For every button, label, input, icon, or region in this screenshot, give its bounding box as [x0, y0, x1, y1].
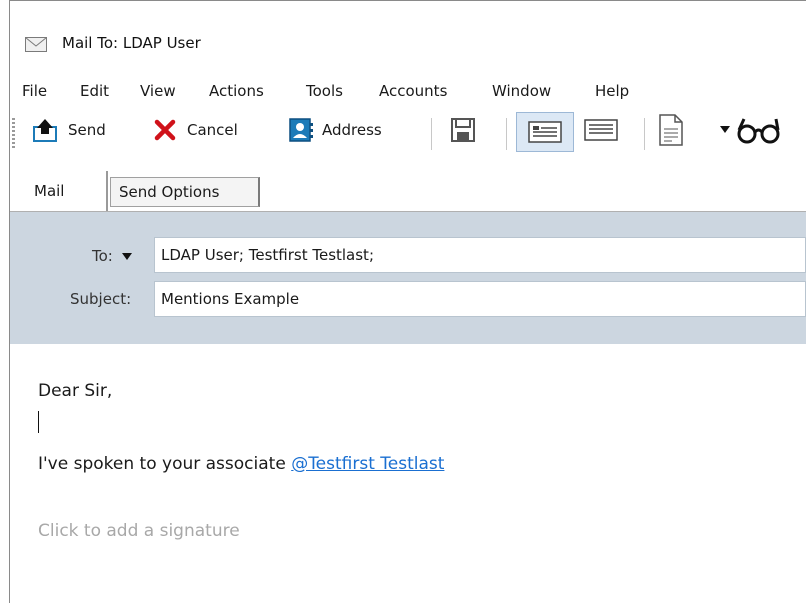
toolbar-grip[interactable]: [12, 118, 15, 150]
send-icon: [33, 119, 57, 142]
toolbar-separator: [644, 118, 645, 150]
menu-tools[interactable]: Tools: [306, 82, 343, 100]
toolbar: Send Cancel Address: [10, 110, 806, 165]
plain-text-icon: [584, 119, 618, 141]
tab-send-options[interactable]: Send Options: [110, 177, 260, 207]
toolbar-separator: [431, 118, 432, 150]
save-icon: [451, 118, 475, 142]
tab-strip: Mail Send Options: [10, 171, 806, 212]
greeting-line: Dear Sir,: [38, 381, 113, 401]
glasses-icon: [737, 118, 780, 144]
menu-file[interactable]: File: [22, 82, 47, 100]
menu-window[interactable]: Window: [492, 82, 551, 100]
menu-help[interactable]: Help: [595, 82, 629, 100]
envelope-icon: [25, 37, 47, 56]
save-button[interactable]: [450, 110, 476, 150]
send-button[interactable]: Send: [32, 110, 106, 150]
signature-placeholder[interactable]: Click to add a signature: [38, 521, 240, 541]
subject-label: Subject:: [70, 290, 132, 308]
to-label: To:: [92, 247, 113, 265]
chevron-down-icon: [121, 253, 132, 260]
rich-text-format-button[interactable]: [516, 112, 574, 152]
toolbar-separator: [506, 118, 507, 150]
address-book-icon: [289, 118, 313, 142]
template-button[interactable]: [658, 110, 684, 150]
message-text: I've spoken to your associate: [38, 454, 292, 474]
address-header: To: LDAP User; Testfirst Testlast; Subje…: [10, 212, 806, 344]
document-template-icon: [659, 114, 683, 146]
address-button[interactable]: Address: [288, 110, 382, 150]
menu-edit[interactable]: Edit: [80, 82, 109, 100]
text-caret: [38, 411, 39, 433]
close-icon: [154, 119, 176, 141]
dropdown-arrow-icon: [720, 126, 730, 133]
menu-accounts[interactable]: Accounts: [379, 82, 447, 100]
view-options-dropdown[interactable]: [720, 110, 782, 150]
address-label: Address: [322, 121, 382, 139]
tab-mail[interactable]: Mail: [20, 171, 108, 211]
mention-link[interactable]: @Testfirst Testlast: [291, 454, 444, 474]
cancel-label: Cancel: [187, 121, 238, 139]
menu-bar: File Edit View Actions Tools Accounts Wi…: [10, 75, 806, 101]
to-field[interactable]: LDAP User; Testfirst Testlast;: [154, 237, 806, 273]
rich-text-icon: [528, 121, 562, 143]
compose-window: Mail To: LDAP User File Edit View Action…: [9, 0, 806, 603]
window-title: Mail To: LDAP User: [62, 34, 201, 52]
cancel-button[interactable]: Cancel: [153, 110, 238, 150]
menu-actions[interactable]: Actions: [209, 82, 264, 100]
message-line: I've spoken to your associate @Testfirst…: [38, 454, 444, 474]
send-label: Send: [68, 121, 106, 139]
menu-view[interactable]: View: [140, 82, 176, 100]
subject-field[interactable]: Mentions Example: [154, 281, 806, 317]
plain-text-format-button[interactable]: [584, 110, 618, 150]
to-dropdown[interactable]: To:: [92, 247, 132, 265]
